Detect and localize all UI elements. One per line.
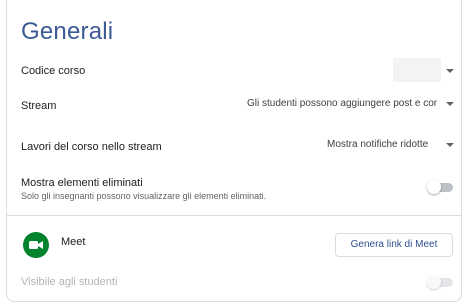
classwork-caret-down-icon[interactable] [446,143,454,147]
visible-to-students-toggle[interactable] [427,275,453,289]
course-code-value[interactable] [393,58,441,82]
stream-caret-down-icon[interactable] [446,102,454,106]
divider [7,215,461,216]
toggle-knob [427,180,441,194]
deleted-items-label: Mostra elementi eliminati [21,177,143,189]
course-code-label: Codice corso [21,65,86,77]
general-settings-card: Generali Codice corso Stream Gli student… [6,0,462,302]
classwork-label: Lavori del corso nello stream [21,141,162,153]
visible-to-students-label: Visibile agli studenti [21,276,118,288]
toggle-knob [427,275,441,289]
stream-dropdown[interactable]: Gli studenti possono aggiungere post e c… [247,98,437,109]
meet-label: Meet [61,236,86,248]
generate-meet-link-button[interactable]: Genera link di Meet [335,233,453,257]
deleted-items-description: Solo gli insegnanti possono visualizzare… [21,191,267,201]
stream-label: Stream [21,100,57,112]
classwork-dropdown[interactable]: Mostra notifiche ridotte [327,139,437,150]
section-title: Generali [21,18,114,45]
meet-camera-icon [23,232,49,258]
deleted-items-toggle[interactable] [427,180,453,194]
course-code-caret-down-icon[interactable] [446,69,454,73]
